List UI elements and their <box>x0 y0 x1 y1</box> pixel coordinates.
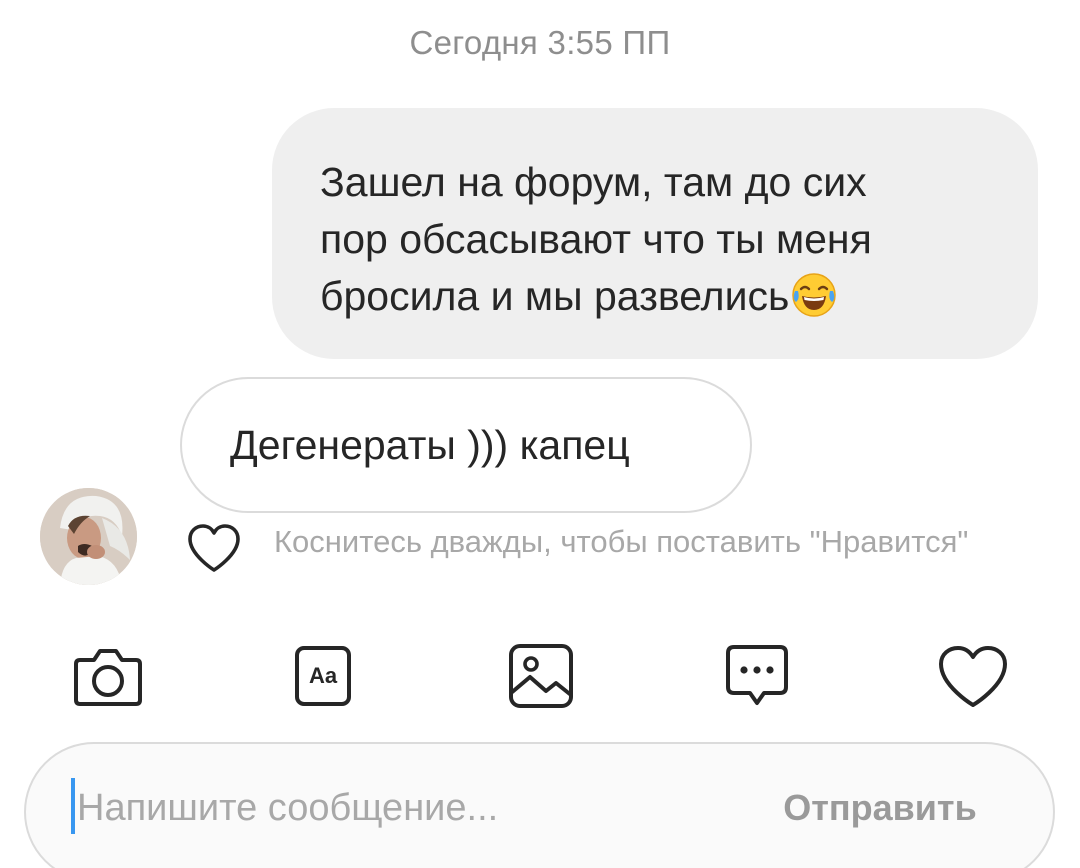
like-heart-icon[interactable] <box>185 522 243 574</box>
message-timestamp: Сегодня 3:55 ПП <box>409 24 671 61</box>
send-button[interactable]: Отправить <box>770 780 990 836</box>
outgoing-message-bubble[interactable]: Зашел на форум, там до сих пор обсасываю… <box>272 108 1038 359</box>
message-input[interactable] <box>77 780 717 836</box>
heart-icon[interactable] <box>936 644 1010 710</box>
incoming-message-text: Дегенераты ))) капец <box>230 421 630 468</box>
direct-message-thread: Сегодня 3:55 ПП Зашел на форум, там до с… <box>0 0 1080 868</box>
text-style-label: Aa <box>308 663 338 688</box>
text-style-icon[interactable]: Aa <box>295 646 351 706</box>
double-tap-like-hint: Коснитесь дважды, чтобы поставить "Нрави… <box>274 524 969 559</box>
more-icon[interactable] <box>724 643 790 709</box>
incoming-message-bubble[interactable]: Дегенераты ))) капец <box>180 377 752 513</box>
face-with-tears-of-joy-icon <box>792 273 837 317</box>
text-cursor <box>71 778 75 834</box>
sender-avatar[interactable] <box>40 488 137 585</box>
camera-icon[interactable] <box>72 646 144 708</box>
outgoing-message-text: Зашел на форум, там до сих пор обсасываю… <box>320 159 872 319</box>
gallery-icon[interactable] <box>508 643 574 709</box>
avatar-photo <box>40 488 137 585</box>
